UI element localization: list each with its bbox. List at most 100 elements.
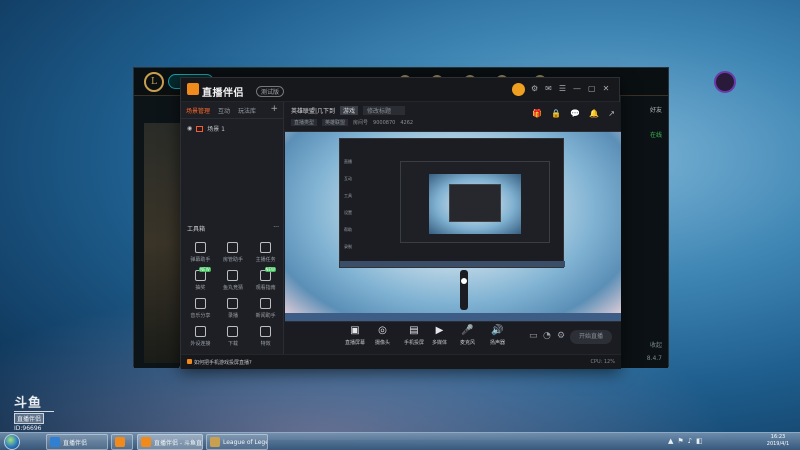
tool-label: 抽奖: [195, 285, 206, 291]
control-label: 多媒体: [432, 340, 448, 346]
chat-icon[interactable]: 💬: [570, 109, 580, 118]
speaker-icon: 🔊: [491, 325, 504, 336]
app-icon: [210, 437, 220, 447]
lock-icon[interactable]: 🔒: [551, 109, 561, 118]
tool-item[interactable]: 特效: [249, 326, 282, 347]
close-icon[interactable]: ✕: [603, 84, 610, 93]
phone-cast-button[interactable]: ▤ 手机投屏: [404, 325, 424, 346]
clock[interactable]: 16:23 2019/4/1: [764, 434, 792, 448]
scene-item[interactable]: ◉ 场景 1: [181, 119, 283, 138]
stream-preview[interactable]: 直播 互动 工具 设置 帮助 录制: [285, 132, 621, 321]
maximize-icon[interactable]: ▢: [588, 84, 596, 93]
preview-recursive-frame: [429, 174, 521, 234]
game-pill[interactable]: 英雄联盟: [322, 119, 349, 126]
category-button[interactable]: 游戏: [340, 106, 359, 115]
more-icon[interactable]: ···: [273, 224, 279, 233]
share-icon[interactable]: ↗: [608, 109, 615, 118]
scene-sidebar: 场景管理 互动 玩法库 + ◉ 场景 1 工具箱 ··· 弹幕助手 房管助手 主播任…: [181, 102, 284, 354]
champion-splash-image: [144, 123, 184, 363]
clock-date: 2019/4/1: [766, 441, 790, 447]
tool-item[interactable]: 主播任务: [249, 242, 282, 263]
layout-icon[interactable]: ▭: [529, 331, 538, 341]
start-stream-button[interactable]: 开始直播: [570, 330, 612, 344]
volume-icon[interactable]: ♪: [688, 437, 692, 445]
taskbar-item[interactable]: League of Lege...: [206, 434, 268, 450]
add-button[interactable]: +: [270, 105, 278, 115]
control-label: 摄像头: [375, 340, 391, 346]
tab-playlist[interactable]: 玩法库: [238, 106, 256, 115]
clock-time: 16:23: [770, 434, 786, 440]
tool-item[interactable]: 音乐分享: [184, 298, 217, 319]
league-logo: L: [144, 72, 164, 92]
scene-label: 场景 1: [207, 126, 225, 133]
cpu-status: CPU: 12%: [590, 359, 615, 365]
timer-icon[interactable]: ◔: [543, 331, 551, 341]
tool-icon: [260, 298, 272, 309]
app-titlebar: 直播伴侣 测试版 ⚙ ✉ ☰ — ▢ ✕: [181, 78, 619, 102]
tool-label: 鱼丸竞猜: [222, 285, 243, 291]
tool-label: 下载: [227, 341, 238, 347]
tool-icon: [227, 326, 239, 337]
volume-slider[interactable]: [460, 270, 468, 310]
new-badge: NEW: [264, 267, 276, 272]
preview-sidebar-item: 帮助: [344, 227, 352, 232]
settings-icon[interactable]: ⚙: [531, 84, 538, 93]
preview-sidebar-item: 直播: [344, 159, 352, 164]
preview-recursive-window: [449, 184, 501, 222]
eye-icon[interactable]: ◉: [187, 125, 192, 132]
media-button[interactable]: ▶ 多媒体: [432, 325, 447, 346]
title-edit-field[interactable]: 修改标题: [363, 106, 406, 115]
toolbox-title: 工具箱: [187, 226, 206, 233]
camera-icon: ◎: [378, 325, 387, 336]
taskbar-item[interactable]: [111, 434, 133, 450]
tool-item[interactable]: 鱼丸竞猜: [217, 270, 250, 291]
tab-scenes[interactable]: 场景管理: [186, 106, 210, 115]
slider-knob[interactable]: [461, 278, 467, 284]
help-tip[interactable]: 如何把手机游戏投屏直播?: [187, 359, 252, 366]
user-avatar[interactable]: [512, 83, 525, 96]
tool-item[interactable]: 外设连接: [184, 326, 217, 347]
toolbox-grid: 弹幕助手 房管助手 主播任务 抽奖 NEW 鱼丸竞猜 观看指南 NEW 音乐分享 录播 新闻助手 外设…: [184, 242, 282, 347]
live-type-pill[interactable]: 直播类型: [291, 119, 318, 126]
speaker-button[interactable]: 🔊 扬声器: [490, 325, 505, 346]
app-icon: [141, 437, 151, 447]
tab-interaction[interactable]: 互动: [218, 106, 230, 115]
app-icon: [115, 437, 125, 447]
tool-icon: [260, 326, 272, 337]
bell-icon[interactable]: 🔔: [589, 109, 599, 118]
message-icon[interactable]: ✉: [545, 84, 552, 93]
tool-item[interactable]: 抽奖 NEW: [184, 267, 217, 291]
tool-item[interactable]: 录播: [217, 298, 250, 319]
tool-item[interactable]: 弹幕助手: [184, 242, 217, 263]
online-status: 在线: [649, 132, 662, 139]
screen-share-button[interactable]: ▣ 直播屏幕: [345, 325, 365, 346]
gear-icon[interactable]: ⚙: [557, 331, 565, 341]
main-area: 英雄联盟|几下到 游戏 修改标题 直播类型 英雄联盟 房间号 9000870 4…: [285, 102, 621, 354]
chat-toggle[interactable]: 收起: [650, 340, 662, 349]
streaming-app-window[interactable]: 直播伴侣 测试版 ⚙ ✉ ☰ — ▢ ✕ 场景管理 互动 玩法库 + ◉ 场景 …: [180, 77, 621, 369]
start-button[interactable]: [4, 434, 20, 450]
minimize-icon[interactable]: —: [573, 84, 581, 93]
tool-icon: [227, 270, 239, 281]
flag-icon[interactable]: ⚑: [677, 437, 683, 445]
preview-sidebar-item: 设置: [344, 210, 352, 215]
microphone-button[interactable]: 🎤 麦克风: [460, 325, 475, 346]
taskbar-item[interactable]: 直播伴侣: [46, 434, 108, 450]
camera-button[interactable]: ◎ 摄像头: [375, 325, 390, 346]
gift-icon[interactable]: 🎁: [532, 109, 542, 118]
control-label: 直播屏幕: [345, 340, 366, 346]
menu-icon[interactable]: ☰: [559, 84, 566, 93]
tool-item[interactable]: 新闻助手: [249, 298, 282, 319]
tool-label: 特效: [260, 341, 271, 347]
summoner-avatar[interactable]: [714, 71, 736, 93]
scene-frame-icon: [196, 125, 204, 132]
tool-item[interactable]: 下载: [217, 326, 250, 347]
control-label: 扬声器: [490, 340, 506, 346]
show-hidden-icon[interactable]: ▲: [668, 437, 673, 445]
preview-sidebar-item: 互动: [344, 176, 352, 181]
tool-item[interactable]: 观看指南 NEW: [249, 267, 282, 291]
network-icon[interactable]: ◧: [696, 437, 703, 445]
app-name: 直播伴侣: [202, 88, 244, 99]
taskbar-item[interactable]: 直播伴侣 - 斗鱼直播伴侣: [137, 434, 203, 450]
tool-item[interactable]: 房管助手: [217, 242, 250, 263]
